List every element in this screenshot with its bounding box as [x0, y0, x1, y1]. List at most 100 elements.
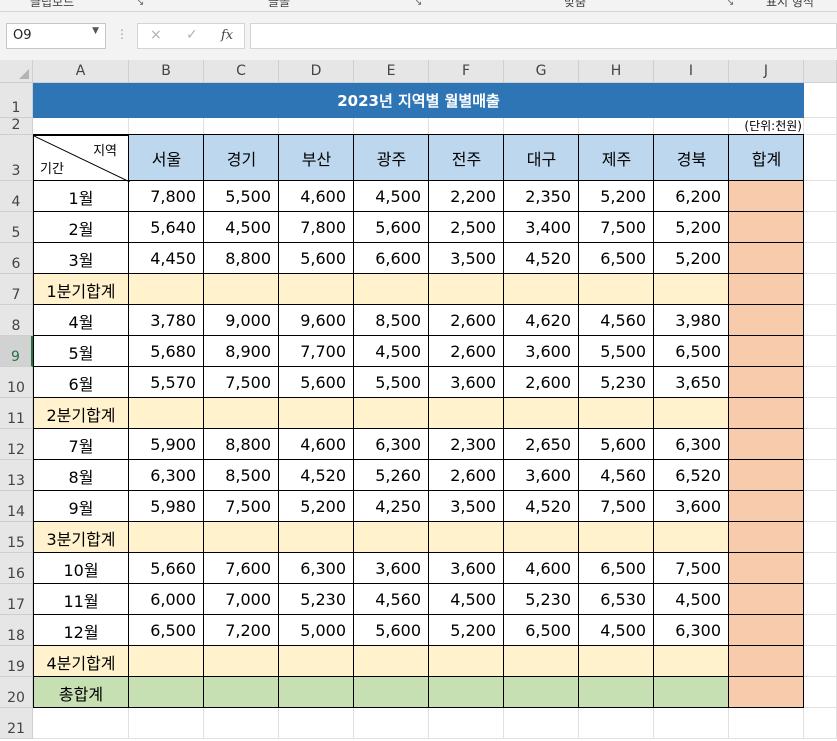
month-label[interactable]: 7월	[33, 429, 129, 460]
row-header-8[interactable]: 8	[0, 305, 33, 336]
select-all-corner[interactable]	[0, 60, 33, 83]
value-cell[interactable]: 5,200	[654, 212, 729, 243]
month-label[interactable]: 12월	[33, 615, 129, 646]
name-box[interactable]: O9 ▼	[6, 23, 106, 49]
value-cell[interactable]: 4,600	[279, 429, 354, 460]
value-cell[interactable]: 4,600	[279, 181, 354, 212]
value-cell[interactable]	[579, 274, 654, 305]
row-header-17[interactable]: 17	[0, 584, 33, 615]
column-header-c[interactable]: C	[204, 60, 279, 83]
value-cell[interactable]: 7,800	[279, 212, 354, 243]
cell[interactable]	[279, 708, 354, 739]
cell[interactable]	[804, 522, 837, 553]
value-cell[interactable]: 6,500	[579, 243, 654, 274]
value-cell[interactable]	[129, 522, 204, 553]
row-header-19[interactable]: 19	[0, 646, 33, 677]
value-cell[interactable]: 3,650	[654, 367, 729, 398]
month-label[interactable]: 5월	[33, 336, 129, 367]
region-header[interactable]: 대구	[504, 135, 579, 181]
cell[interactable]	[804, 584, 837, 615]
value-cell[interactable]: 7,500	[579, 212, 654, 243]
value-cell[interactable]: 7,500	[204, 367, 279, 398]
value-cell[interactable]: 5,500	[354, 367, 429, 398]
quarter-total-label[interactable]: 3분기합계	[33, 522, 129, 553]
value-cell[interactable]: 4,500	[579, 615, 654, 646]
value-cell[interactable]	[204, 274, 279, 305]
row-header-4[interactable]: 4	[0, 181, 33, 212]
value-cell[interactable]: 6,500	[129, 615, 204, 646]
value-cell[interactable]: 5,230	[279, 584, 354, 615]
value-cell[interactable]: 4,520	[504, 243, 579, 274]
value-cell[interactable]	[129, 646, 204, 677]
value-cell[interactable]: 5,200	[279, 491, 354, 522]
cell[interactable]	[804, 677, 837, 708]
value-cell[interactable]	[354, 398, 429, 429]
sheet-title[interactable]: 2023년 지역별 월별매출	[33, 83, 804, 118]
cell[interactable]	[354, 118, 429, 135]
value-cell[interactable]	[279, 646, 354, 677]
value-cell[interactable]: 7,500	[654, 553, 729, 584]
cell[interactable]	[804, 181, 837, 212]
row-total-cell[interactable]	[729, 460, 804, 491]
value-cell[interactable]: 5,000	[279, 615, 354, 646]
value-cell[interactable]	[429, 677, 504, 708]
value-cell[interactable]	[654, 274, 729, 305]
cell[interactable]	[33, 708, 129, 739]
value-cell[interactable]: 6,300	[654, 615, 729, 646]
grand-total-label[interactable]: 총합계	[33, 677, 129, 708]
cell[interactable]	[504, 118, 579, 135]
cell[interactable]	[129, 118, 204, 135]
value-cell[interactable]: 5,600	[354, 615, 429, 646]
total-header[interactable]: 합계	[729, 135, 804, 181]
value-cell[interactable]	[204, 522, 279, 553]
row-total-cell[interactable]	[729, 367, 804, 398]
row-total-cell[interactable]	[729, 553, 804, 584]
column-header-i[interactable]: I	[654, 60, 729, 83]
value-cell[interactable]: 4,500	[204, 212, 279, 243]
value-cell[interactable]: 7,500	[204, 491, 279, 522]
row-total-cell[interactable]	[729, 677, 804, 708]
diagonal-header-cell[interactable]: 지역 기간	[33, 135, 130, 182]
column-header-a[interactable]: A	[33, 60, 129, 83]
month-label[interactable]: 4월	[33, 305, 129, 336]
value-cell[interactable]: 5,570	[129, 367, 204, 398]
value-cell[interactable]	[654, 522, 729, 553]
value-cell[interactable]: 2,200	[429, 181, 504, 212]
value-cell[interactable]	[429, 646, 504, 677]
cell[interactable]	[804, 646, 837, 677]
cell[interactable]	[729, 708, 804, 739]
cell[interactable]	[804, 460, 837, 491]
cell[interactable]	[804, 243, 837, 274]
row-total-cell[interactable]	[729, 491, 804, 522]
value-cell[interactable]: 4,560	[354, 584, 429, 615]
cell[interactable]	[804, 367, 837, 398]
row-total-cell[interactable]	[729, 429, 804, 460]
value-cell[interactable]: 9,000	[204, 305, 279, 336]
value-cell[interactable]	[429, 274, 504, 305]
value-cell[interactable]: 6,500	[579, 553, 654, 584]
value-cell[interactable]: 6,500	[654, 336, 729, 367]
month-label[interactable]: 3월	[33, 243, 129, 274]
dialog-launcher-icon[interactable]: ↘	[414, 0, 422, 8]
value-cell[interactable]: 5,660	[129, 553, 204, 584]
row-total-cell[interactable]	[729, 615, 804, 646]
cell[interactable]	[804, 118, 837, 135]
cell[interactable]	[579, 118, 654, 135]
cell[interactable]	[204, 708, 279, 739]
value-cell[interactable]	[129, 398, 204, 429]
value-cell[interactable]: 3,500	[429, 491, 504, 522]
cell[interactable]	[804, 274, 837, 305]
row-total-cell[interactable]	[729, 522, 804, 553]
cell[interactable]	[429, 118, 504, 135]
value-cell[interactable]: 7,700	[279, 336, 354, 367]
row-header-2[interactable]: 2	[0, 117, 33, 135]
value-cell[interactable]: 7,500	[579, 491, 654, 522]
value-cell[interactable]: 5,230	[579, 367, 654, 398]
cell[interactable]	[279, 118, 354, 135]
value-cell[interactable]	[429, 398, 504, 429]
value-cell[interactable]: 6,500	[504, 615, 579, 646]
region-header[interactable]: 경기	[204, 135, 279, 181]
quarter-total-label[interactable]: 4분기합계	[33, 646, 129, 677]
value-cell[interactable]: 5,640	[129, 212, 204, 243]
column-header-b[interactable]: B	[129, 60, 204, 83]
